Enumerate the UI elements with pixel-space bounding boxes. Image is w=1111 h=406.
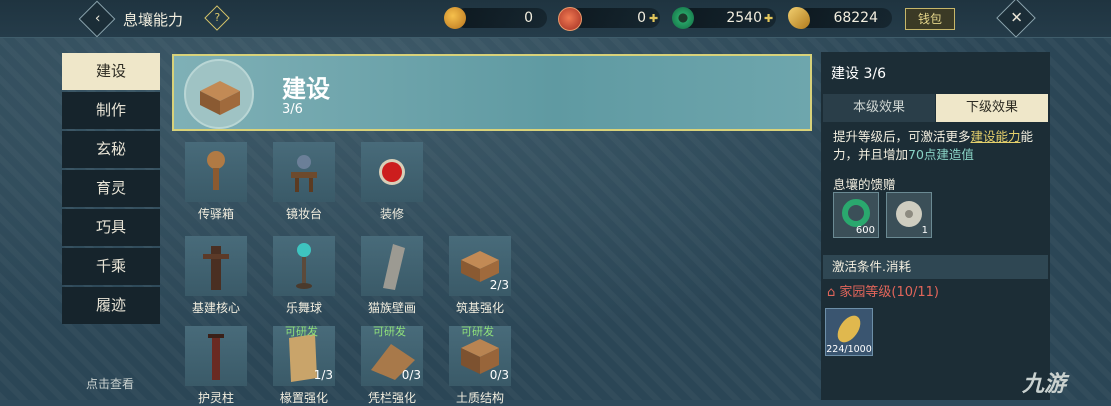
category-tab-traces[interactable]: 履迹 [62,287,160,324]
cost-slot[interactable]: 224/1000 [825,308,873,356]
item-name: 镜妆台 [285,207,322,221]
reward-count: 1 [921,225,928,236]
back-button[interactable]: ‹ [78,0,116,38]
top-bar: ‹ 息壤能力 ? 0 0 ✚ 2540 ✚ 68224 钱包 ✕ [0,0,1111,38]
item-build-core[interactable]: 基建核心 [185,236,247,315]
desc-text: 提升等级后，可激活更多 [833,129,971,144]
currency-value: 0 [524,10,533,26]
mural-icon [383,244,405,290]
pillar-icon [208,334,224,380]
item-name: 乐舞球 [285,301,322,315]
item-guard-pillar[interactable]: 护灵柱 [185,326,247,405]
red-spiral-icon [558,7,582,31]
item-cat-mural[interactable]: 猫族壁画 [361,236,423,315]
condition-text: 家园等级(10/11) [839,285,939,300]
currency-value: 68224 [833,10,878,26]
item-railing[interactable]: 可研发 0/3 凭栏强化 [361,325,423,405]
item-dresser[interactable]: 镜妆台 [273,142,335,221]
currency-peach: 0 [455,8,547,28]
banner-level: 3/6 [282,102,303,117]
category-nav: 建设 制作 玄秘 育灵 巧具 千乘 履迹 [62,53,160,326]
currency-jade: 2540 [680,8,776,28]
item-name: 猫族壁画 [367,301,416,315]
condition-home-level: ⌂ 家园等级(10/11) [827,281,939,300]
wallet-button[interactable]: 钱包 [905,8,955,30]
item-name: 护灵柱 [197,391,234,405]
conditions-header: 激活条件.消耗 [823,255,1048,279]
totem-icon [203,246,229,290]
item-foundation[interactable]: 2/3 筑基强化 [449,236,511,315]
question-icon: ? [214,11,221,25]
page-title: 息壤能力 [123,11,184,29]
research-available-tag: 可研发 [373,325,406,338]
detail-title: 建设 3/6 [831,66,886,82]
reward-count: 600 [855,225,875,236]
reward-slot[interactable]: 1 [886,192,932,238]
item-name: 基建核心 [191,301,240,315]
item-relay-box[interactable]: 传驿箱 [185,142,247,221]
item-progress: 1/3 [313,368,333,382]
item-dance-orb[interactable]: 乐舞球 [273,236,335,315]
category-tab-mystic[interactable]: 玄秘 [62,131,160,168]
item-name: 传驿箱 [197,207,234,221]
category-banner: 建设 3/6 [172,54,812,131]
dance-orb-icon [296,243,312,289]
currency-gold-leaf: 68224 [796,8,892,28]
banner-title: 建设 [282,75,330,103]
dresser-icon [291,155,317,192]
item-decoration[interactable]: 装修 [361,142,423,221]
research-available-tag: 可研发 [461,325,494,338]
item-name: 凭栏强化 [367,391,416,405]
item-name: 椽置强化 [279,391,328,405]
tab-next-effect[interactable]: 下级效果 [936,94,1048,122]
effect-description: 提升等级后，可激活更多建设能力能力，并且增加70点建造值 [833,128,1047,164]
category-tab-nurture[interactable]: 育灵 [62,170,160,207]
category-tab-tools[interactable]: 巧具 [62,209,160,246]
item-name: 土质结构 [455,391,504,405]
currency-value: 0 [637,10,646,26]
watermark-logo: 九游 [1022,372,1067,397]
close-icon: ✕ [1010,8,1023,27]
back-arrow-icon: ‹ [94,10,101,27]
help-button[interactable]: ? [204,5,230,31]
home-icon: ⌂ [827,285,840,300]
item-name: 筑基强化 [455,301,504,315]
tab-current-effect[interactable]: 本级效果 [823,94,935,122]
build-value: 70点建造值 [908,147,974,162]
plus-icon[interactable]: ✚ [764,12,773,25]
rewards-label: 息壤的馈赠 [833,177,896,192]
cost-count: 224/1000 [826,344,872,355]
jade-ring-icon [672,7,694,29]
peach-coin-icon [444,7,466,29]
tap-hint[interactable]: 点击查看 [86,375,134,392]
reward-slot[interactable]: 600 [833,192,879,238]
build-ability-link[interactable]: 建设能力 [971,129,1021,144]
category-tab-vehicles[interactable]: 千乘 [62,248,160,285]
currency-value: 2540 [726,10,762,26]
close-button[interactable]: ✕ [996,0,1036,38]
item-progress: 2/3 [489,278,509,292]
item-soil-structure[interactable]: 可研发 0/3 土质结构 [449,325,511,405]
item-progress: 0/3 [401,368,421,382]
crate-icon [184,59,254,129]
item-name: 装修 [379,207,404,221]
item-progress: 0/3 [489,368,509,382]
research-available-tag: 可研发 [285,325,318,338]
detail-panel: 建设 3/6 本级效果 下级效果 提升等级后，可激活更多建设能力能力，并且增加7… [821,52,1050,400]
category-tab-craft[interactable]: 制作 [62,92,160,129]
relay-box-icon [207,151,225,190]
category-tab-build[interactable]: 建设 [62,53,160,90]
item-rafter[interactable]: 可研发 1/3 椽置强化 [273,325,335,405]
plus-icon[interactable]: ✚ [649,12,658,25]
red-orb-icon [379,159,405,185]
